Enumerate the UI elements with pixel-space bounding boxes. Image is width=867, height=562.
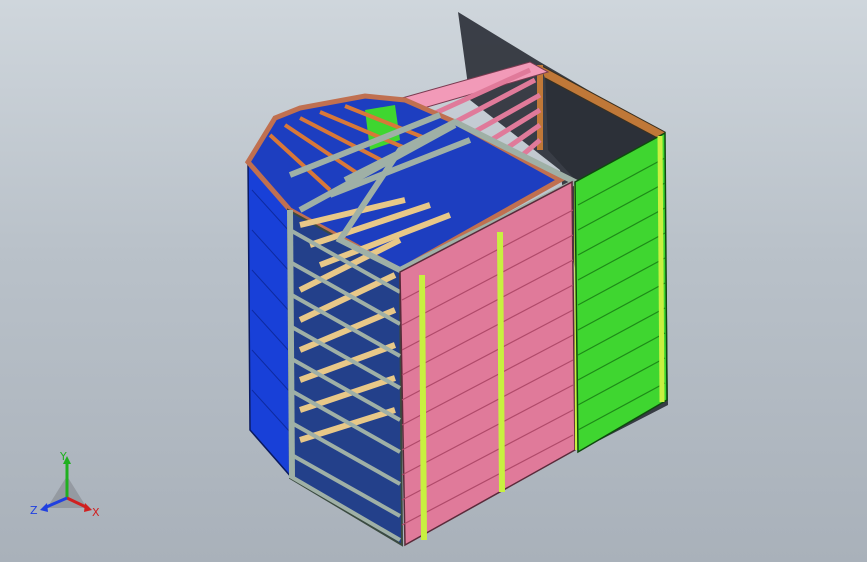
gray-front-post: [287, 209, 295, 479]
z-axis-arrow: [40, 503, 48, 512]
x-axis-arrow: [84, 503, 92, 512]
green-end-wall: [574, 131, 668, 454]
model-3d-view[interactable]: [0, 0, 867, 562]
graphics-viewport[interactable]: Y X Z: [0, 0, 867, 562]
green-wall-post: [657, 135, 665, 403]
z-axis-label: Z: [30, 504, 38, 517]
y-axis-label: Y: [59, 450, 67, 463]
coordinate-triad: Y X Z: [30, 450, 100, 519]
x-axis-label: X: [92, 506, 100, 519]
